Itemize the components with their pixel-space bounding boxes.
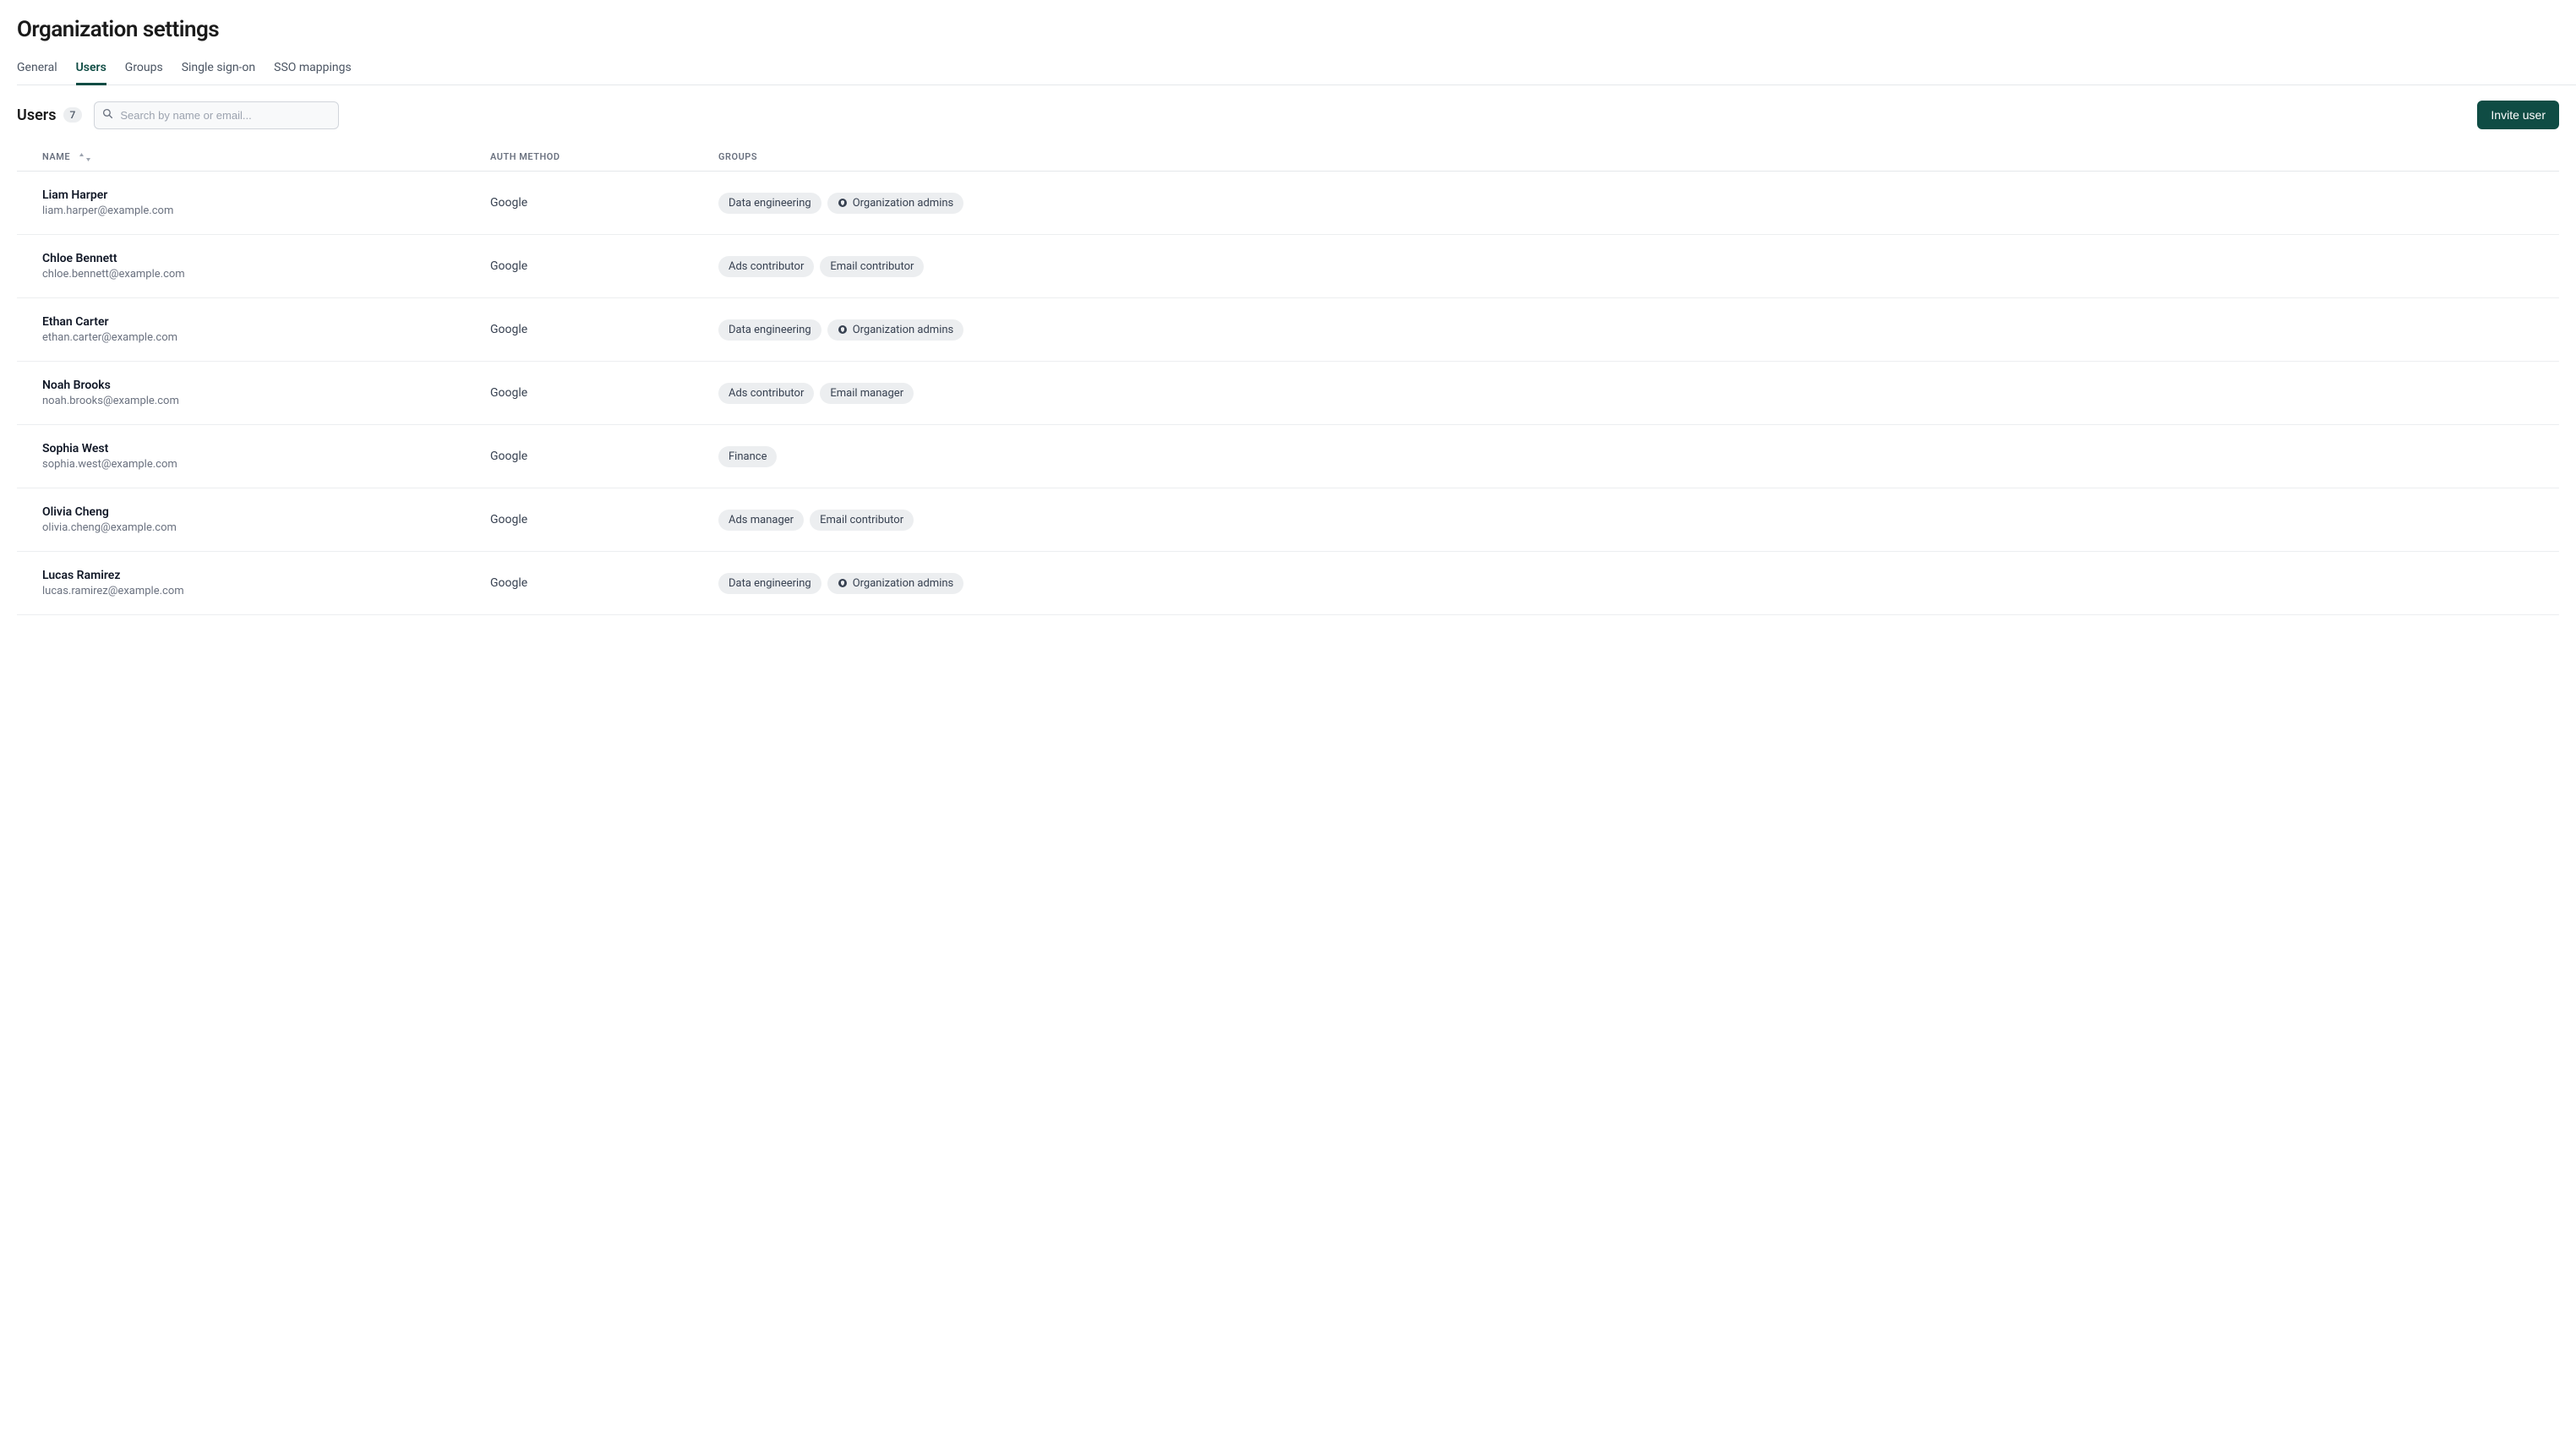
table-row[interactable]: Ethan Carter ethan.carter@example.com Goog… — [17, 298, 2559, 362]
group-pill[interactable]: Data engineering — [718, 319, 821, 341]
page-title: Organization settings — [17, 17, 2559, 42]
group-pill[interactable]: Email contributor — [820, 256, 924, 277]
user-email: liam.harper@example.com — [42, 204, 173, 217]
tab-single-sign-on[interactable]: Single sign-on — [182, 61, 255, 85]
groups-cell: Data engineering Organization admins — [718, 193, 2559, 214]
table-row[interactable]: Noah Brooks noah.brooks@example.com Google… — [17, 362, 2559, 425]
group-pill-label: Data engineering — [729, 577, 811, 590]
user-cell: Olivia Cheng olivia.cheng@example.com — [42, 505, 490, 534]
user-name: Noah Brooks — [42, 379, 179, 392]
group-pill-label: Data engineering — [729, 324, 811, 336]
group-pill[interactable]: Ads manager — [718, 510, 804, 531]
invite-user-button[interactable]: Invite user — [2477, 101, 2559, 129]
user-email: noah.brooks@example.com — [42, 395, 179, 407]
user-name: Lucas Ramirez — [42, 569, 184, 582]
group-pill-label: Email contributor — [820, 514, 903, 526]
tab-sso-mappings[interactable]: SSO mappings — [274, 61, 352, 85]
group-pill[interactable]: Organization admins — [827, 573, 964, 594]
groups-cell: Data engineering Organization admins — [718, 319, 2559, 341]
toolbar: Users 7 Invite user — [17, 101, 2559, 129]
auth-method: Google — [490, 259, 718, 273]
auth-method: Google — [490, 196, 718, 210]
group-pill[interactable]: Ads contributor — [718, 383, 814, 404]
table-row[interactable]: Olivia Cheng olivia.cheng@example.com Goog… — [17, 488, 2559, 552]
table-row[interactable]: Liam Harper liam.harper@example.com Google… — [17, 172, 2559, 235]
group-pill-label: Finance — [729, 450, 767, 463]
shield-icon — [838, 578, 848, 588]
group-pill[interactable]: Finance — [718, 446, 777, 467]
auth-method: Google — [490, 323, 718, 336]
user-email: lucas.ramirez@example.com — [42, 585, 184, 597]
auth-method: Google — [490, 576, 718, 590]
user-name: Chloe Bennett — [42, 252, 185, 265]
search-input[interactable] — [94, 101, 339, 129]
groups-cell: Ads contributor Email manager — [718, 383, 2559, 404]
table-row[interactable]: Chloe Bennett chloe.bennett@example.com Go… — [17, 235, 2559, 298]
auth-method: Google — [490, 450, 718, 463]
group-pill-label: Organization admins — [853, 577, 954, 590]
table-header: NAME AUTH METHOD GROUPS — [17, 143, 2559, 172]
user-cell: Liam Harper liam.harper@example.com — [42, 188, 490, 217]
table-row[interactable]: Lucas Ramirez lucas.ramirez@example.com Go… — [17, 552, 2559, 615]
group-pill[interactable]: Ads contributor — [718, 256, 814, 277]
tab-general[interactable]: General — [17, 61, 57, 85]
user-name: Ethan Carter — [42, 315, 177, 329]
auth-method: Google — [490, 513, 718, 526]
user-email: sophia.west@example.com — [42, 458, 177, 471]
auth-method: Google — [490, 386, 718, 400]
user-cell: Lucas Ramirez lucas.ramirez@example.com — [42, 569, 490, 597]
group-pill-label: Email contributor — [830, 260, 914, 273]
section-title: Users — [17, 106, 57, 124]
user-cell: Sophia West sophia.west@example.com — [42, 442, 490, 471]
column-header-groups[interactable]: GROUPS — [718, 151, 2559, 162]
user-cell: Ethan Carter ethan.carter@example.com — [42, 315, 490, 344]
groups-cell: Ads manager Email contributor — [718, 510, 2559, 531]
tab-users[interactable]: Users — [76, 61, 106, 85]
group-pill[interactable]: Data engineering — [718, 573, 821, 594]
user-name: Sophia West — [42, 442, 177, 455]
group-pill[interactable]: Organization admins — [827, 319, 964, 341]
group-pill-label: Data engineering — [729, 197, 811, 210]
toolbar-left: Users 7 — [17, 101, 339, 129]
user-email: chloe.bennett@example.com — [42, 268, 185, 281]
tab-groups[interactable]: Groups — [125, 61, 163, 85]
group-pill-label: Organization admins — [853, 324, 954, 336]
group-pill-label: Ads contributor — [729, 387, 804, 400]
column-header-name-label: NAME — [42, 151, 70, 162]
user-cell: Noah Brooks noah.brooks@example.com — [42, 379, 490, 407]
group-pill-label: Organization admins — [853, 197, 954, 210]
tabs: General Users Groups Single sign-on SSO mapp… — [17, 61, 2576, 85]
group-pill[interactable]: Data engineering — [718, 193, 821, 214]
user-cell: Chloe Bennett chloe.bennett@example.com — [42, 252, 490, 281]
groups-cell: Data engineering Organization admins — [718, 573, 2559, 594]
users-table: NAME AUTH METHOD GROUPS Liam Harper liam.… — [17, 143, 2559, 615]
shield-icon — [838, 324, 848, 335]
user-email: olivia.cheng@example.com — [42, 521, 177, 534]
user-name: Liam Harper — [42, 188, 173, 202]
column-header-groups-label: GROUPS — [718, 151, 757, 162]
group-pill[interactable]: Organization admins — [827, 193, 964, 214]
search-wrap — [94, 101, 339, 129]
column-header-auth-label: AUTH METHOD — [490, 151, 560, 162]
column-header-auth[interactable]: AUTH METHOD — [490, 151, 718, 162]
user-name: Olivia Cheng — [42, 505, 177, 519]
groups-cell: Ads contributor Email contributor — [718, 256, 2559, 277]
group-pill[interactable]: Email manager — [820, 383, 914, 404]
groups-cell: Finance — [718, 446, 2559, 467]
user-email: ethan.carter@example.com — [42, 331, 177, 344]
sort-icon — [79, 153, 91, 161]
group-pill-label: Ads contributor — [729, 260, 804, 273]
column-header-name[interactable]: NAME — [42, 151, 490, 162]
group-pill[interactable]: Email contributor — [810, 510, 914, 531]
table-row[interactable]: Sophia West sophia.west@example.com Google… — [17, 425, 2559, 488]
group-pill-label: Email manager — [830, 387, 903, 400]
group-pill-label: Ads manager — [729, 514, 794, 526]
user-count-badge: 7 — [63, 107, 83, 123]
shield-icon — [838, 198, 848, 208]
